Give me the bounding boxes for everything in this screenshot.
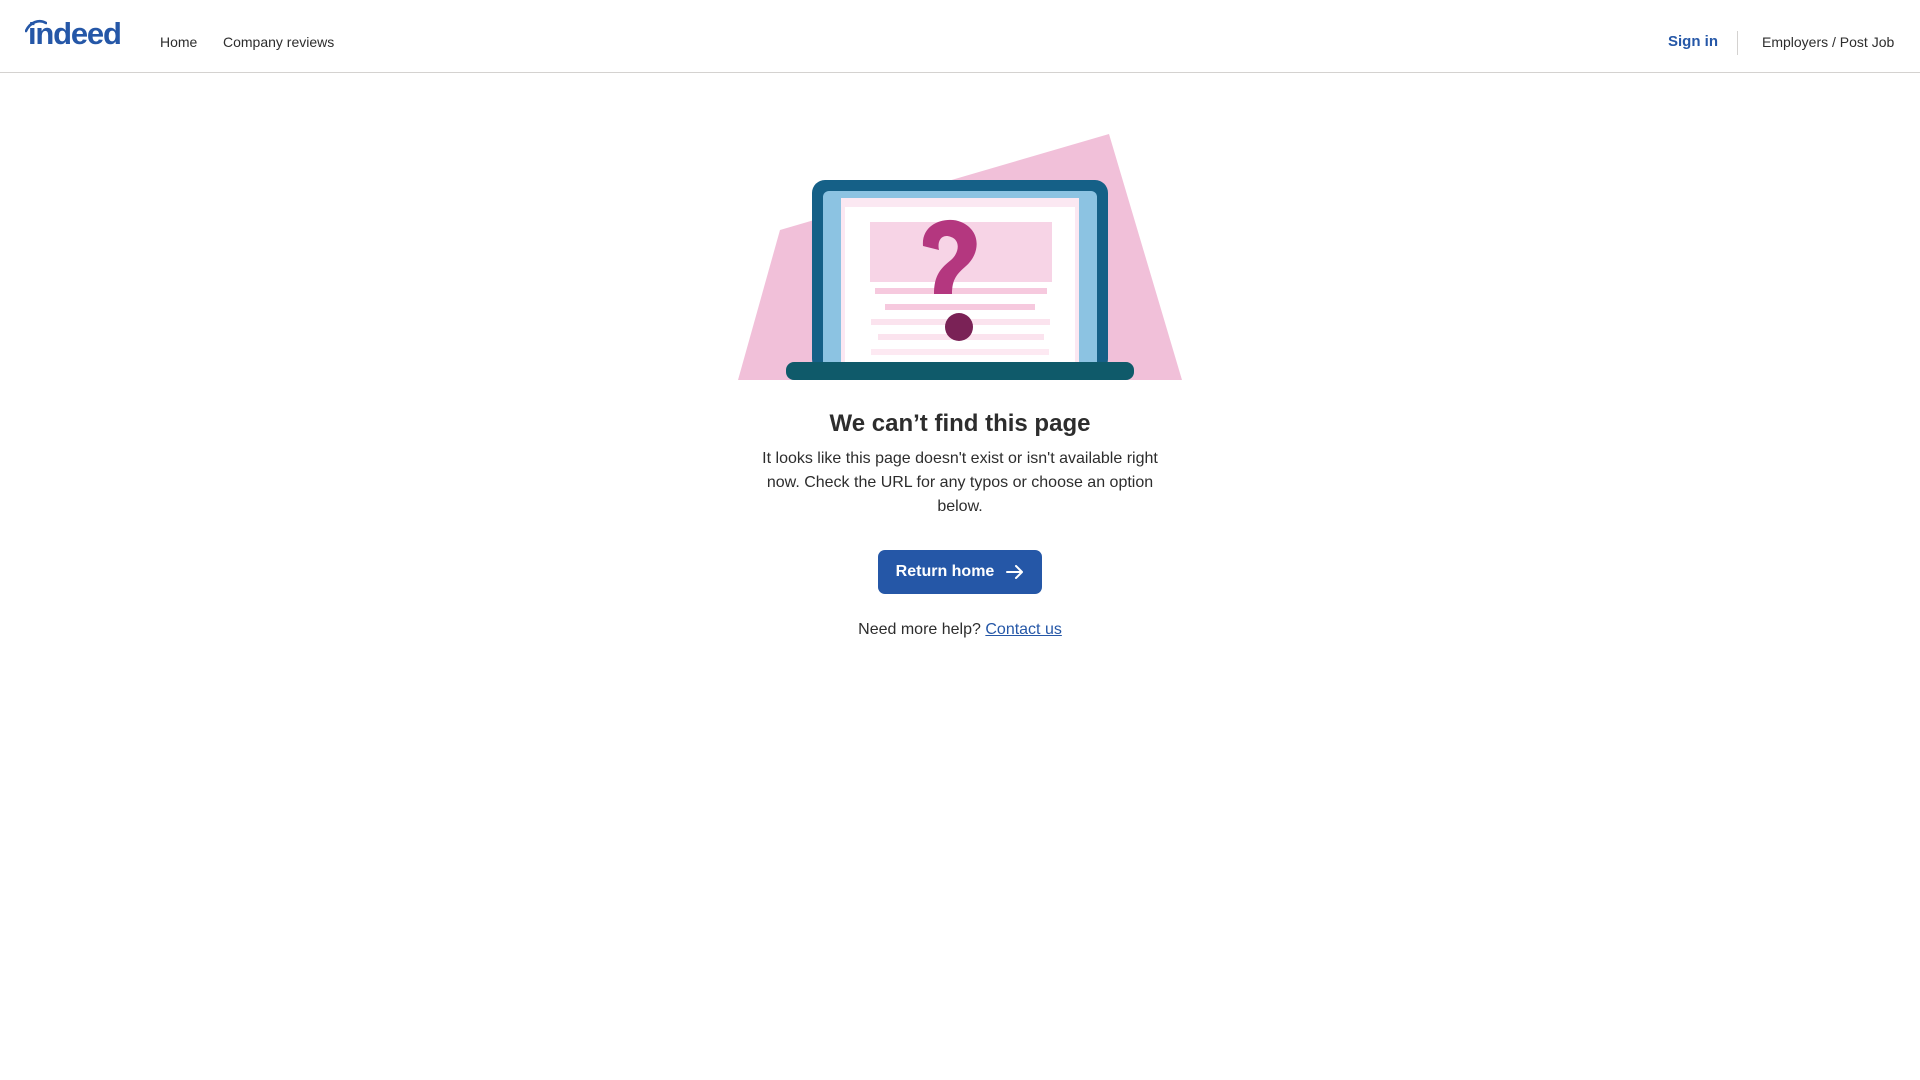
contact-us-link[interactable]: Contact us bbox=[985, 621, 1061, 638]
laptop-base bbox=[786, 362, 1134, 380]
laptop-question-illustration bbox=[738, 134, 1182, 380]
page-line-2 bbox=[885, 304, 1035, 310]
question-mark-dot bbox=[945, 313, 973, 341]
return-home-button[interactable]: Return home bbox=[878, 550, 1042, 594]
site-header: indeed Home Company reviews Sign in Empl… bbox=[0, 0, 1920, 73]
error-description: It looks like this page doesn't exist or… bbox=[762, 450, 1158, 515]
return-home-label: Return home bbox=[895, 563, 995, 580]
header-divider bbox=[1737, 31, 1738, 55]
nav-company-reviews-link[interactable]: Company reviews bbox=[223, 33, 334, 51]
help-text: Need more help? Contact us bbox=[0, 618, 1920, 642]
arrow-right-icon bbox=[1006, 565, 1024, 579]
help-prefix: Need more help? bbox=[858, 621, 981, 638]
employers-post-job-link[interactable]: Employers / Post Job bbox=[1762, 33, 1894, 51]
nav-home-link[interactable]: Home bbox=[160, 33, 197, 51]
page-line-5 bbox=[871, 349, 1049, 355]
page-title: We can’t find this page bbox=[829, 410, 1091, 437]
logo-text: indeed bbox=[28, 16, 122, 51]
indeed-logo[interactable]: indeed bbox=[25, 16, 122, 52]
page-line-1 bbox=[875, 288, 1047, 294]
sign-in-link[interactable]: Sign in bbox=[1668, 33, 1718, 51]
